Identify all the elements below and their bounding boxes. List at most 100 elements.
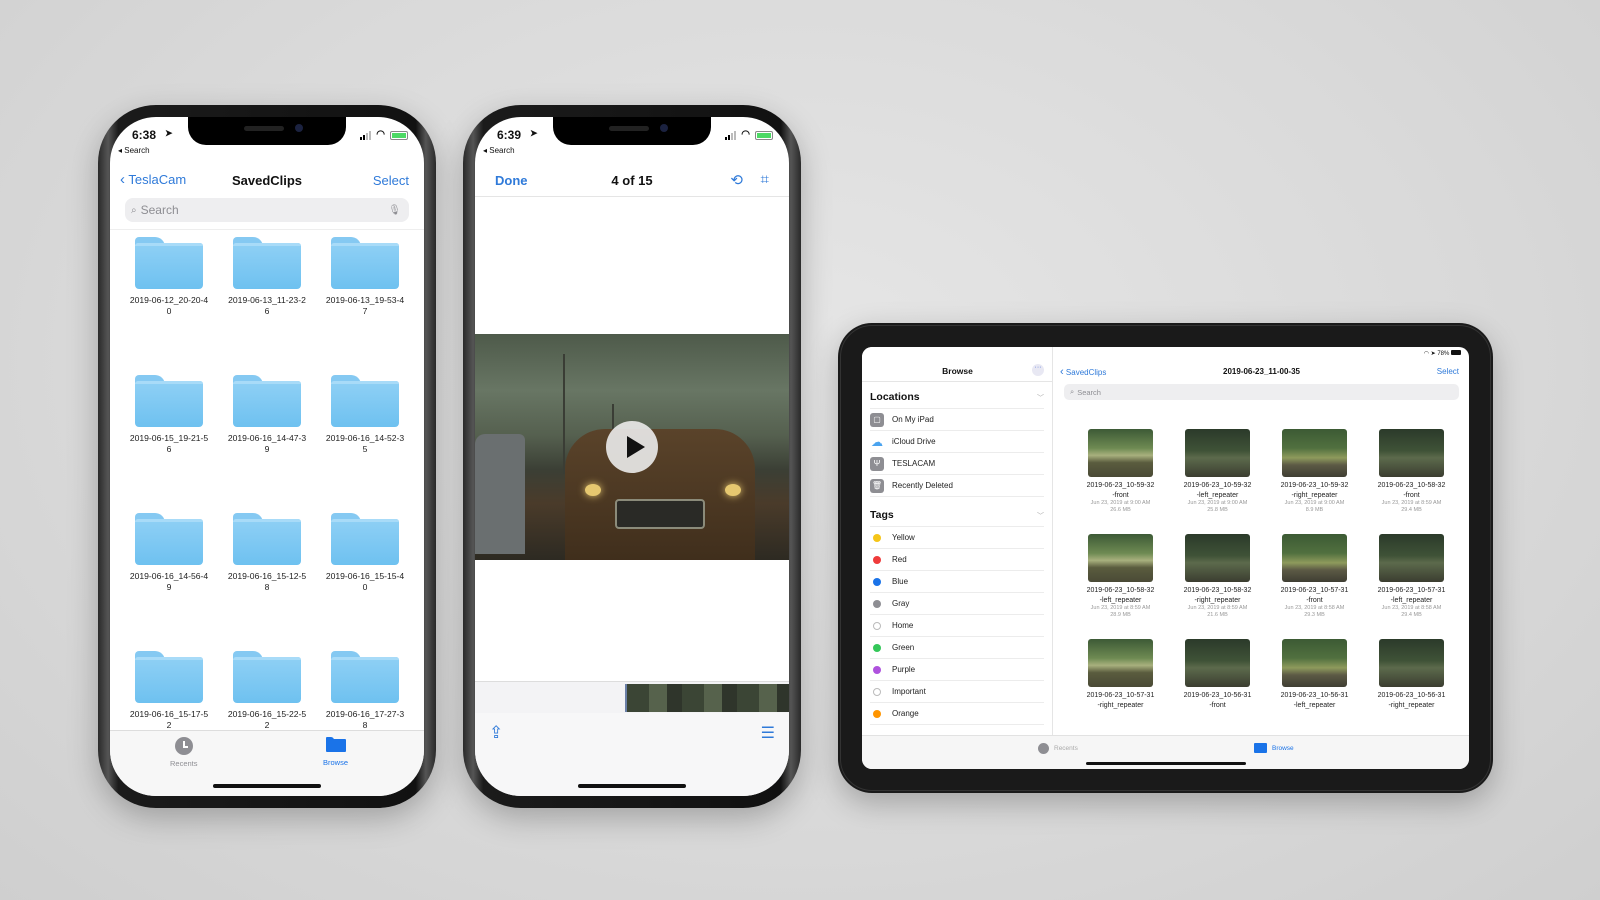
share-icon[interactable]: ⇪ bbox=[489, 723, 503, 743]
folder-item[interactable]: 2019-06-16_15-15-40 bbox=[316, 513, 414, 593]
tags-header[interactable]: Tags ﹀ bbox=[870, 509, 1044, 521]
sidebar-item-tag[interactable]: Green bbox=[870, 637, 1044, 659]
clip-name-suffix: -left_repeater bbox=[1196, 491, 1239, 499]
clip-item[interactable]: 2019-06-23_10-56-31 -left_repeater bbox=[1266, 639, 1363, 710]
clip-name-base: 2019-06-23_10-56-31 bbox=[1377, 692, 1446, 699]
search-placeholder: Search bbox=[140, 203, 179, 217]
tab-recents-label: Recents bbox=[1054, 745, 1078, 752]
filmstrip-scrubber[interactable] bbox=[475, 681, 789, 713]
folder-icon bbox=[233, 237, 301, 289]
wifi-icon: ◠ bbox=[376, 129, 385, 140]
list-icon[interactable]: ☰ bbox=[761, 723, 775, 743]
clip-name: 2019-06-23_10-56-31 -right_repeater bbox=[1364, 691, 1459, 710]
locations-header[interactable]: Locations ﹀ bbox=[870, 391, 1044, 403]
folder-name: 2019-06-12_20-20-40 bbox=[129, 295, 209, 316]
clip-item[interactable]: 2019-06-23_10-59-32 -front Jun 23, 2019 at… bbox=[1072, 429, 1169, 514]
clip-date: Jun 23, 2019 at 9:00 AM bbox=[1284, 500, 1345, 506]
sidebar-item-tag[interactable]: Red bbox=[870, 549, 1044, 571]
folder-item[interactable]: 2019-06-16_14-56-49 bbox=[120, 513, 218, 593]
clip-item[interactable]: 2019-06-23_10-56-31 -front bbox=[1169, 639, 1266, 710]
tab-browse[interactable]: Browse bbox=[1254, 743, 1294, 753]
sidebar-item-tag[interactable]: Important bbox=[870, 681, 1044, 703]
folder-item[interactable]: 2019-06-13_19-53-47 bbox=[316, 237, 414, 317]
video-player[interactable] bbox=[475, 334, 789, 560]
clip-name-base: 2019-06-23_10-58-32 bbox=[1086, 587, 1155, 594]
search-field[interactable]: ⌕ Search bbox=[1064, 384, 1459, 400]
clip-size: 21.6 MB bbox=[1207, 612, 1228, 618]
sidebar-item-tag[interactable]: Purple bbox=[870, 659, 1044, 681]
video-thumbnail bbox=[1282, 534, 1347, 582]
sidebar-item-location[interactable]: ▢ On My iPad bbox=[870, 409, 1044, 431]
filmstrip-frames[interactable] bbox=[625, 684, 789, 712]
clip-name: 2019-06-23_10-57-31 -left_repeater bbox=[1364, 586, 1459, 605]
rotate-icon[interactable]: ⟲ bbox=[730, 171, 743, 189]
folder-item[interactable]: 2019-06-12_20-20-40 bbox=[120, 237, 218, 317]
folder-item[interactable]: 2019-06-13_11-23-26 bbox=[218, 237, 316, 317]
sidebar-item-location[interactable]: 🗑︎ Recently Deleted bbox=[870, 475, 1044, 497]
sidebar-item-location[interactable]: ☁ iCloud Drive bbox=[870, 431, 1044, 453]
clip-item[interactable]: 2019-06-23_10-58-32 -right_repeater Jun 23… bbox=[1169, 534, 1266, 619]
sidebar-item-tag[interactable]: Gray bbox=[870, 593, 1044, 615]
microphone-icon[interactable]: 🎙︎ bbox=[388, 205, 401, 216]
sidebar-item-tag[interactable]: Blue bbox=[870, 571, 1044, 593]
tab-browse[interactable]: Browse bbox=[323, 737, 348, 767]
clip-date: Jun 23, 2019 at 8:59 AM bbox=[1187, 605, 1248, 611]
iphone-files-screen: 6:38 ➤ ◂ Search ◠ ‹ TeslaCam SavedClips … bbox=[110, 117, 424, 796]
more-options-button[interactable]: ··· bbox=[1032, 364, 1044, 376]
tag-color-dot-icon bbox=[873, 709, 881, 718]
select-button[interactable]: Select bbox=[373, 173, 409, 188]
folder-item[interactable]: 2019-06-15_19-21-56 bbox=[120, 375, 218, 455]
crop-icon[interactable]: ⌗ bbox=[761, 171, 769, 188]
tag-color-dot-icon bbox=[873, 621, 881, 630]
folder-name: 2019-06-13_19-53-47 bbox=[325, 295, 405, 316]
folder-icon bbox=[233, 513, 301, 565]
search-placeholder: Search bbox=[1077, 387, 1101, 397]
clip-size: 28.9 MB bbox=[1110, 612, 1131, 618]
clip-name: 2019-06-23_10-56-31 -left_repeater bbox=[1267, 691, 1362, 710]
tag-color-dot-icon bbox=[873, 687, 881, 696]
bottom-toolbar: ⇪ ☰ bbox=[475, 713, 789, 796]
sidebar-item-tag[interactable]: Home bbox=[870, 615, 1044, 637]
sidebar-item-location[interactable]: Ψ TESLACAM bbox=[870, 453, 1044, 475]
notch bbox=[188, 117, 346, 145]
clip-name-suffix: -front bbox=[1403, 491, 1420, 499]
sidebar-title: Browse bbox=[942, 366, 973, 376]
clip-item[interactable]: 2019-06-23_10-58-32 -left_repeater Jun 23,… bbox=[1072, 534, 1169, 619]
tab-recents[interactable]: Recents bbox=[170, 737, 198, 768]
tab-recents[interactable]: Recents bbox=[1038, 743, 1078, 754]
folder-item[interactable]: 2019-06-16_14-52-35 bbox=[316, 375, 414, 455]
folder-item[interactable]: 2019-06-16_14-47-39 bbox=[218, 375, 316, 455]
chevron-down-icon[interactable]: ﹀ bbox=[1037, 393, 1044, 403]
sidebar-item-tag[interactable]: Orange bbox=[870, 703, 1044, 725]
play-icon[interactable] bbox=[606, 421, 658, 473]
trash-icon: 🗑︎ bbox=[870, 478, 884, 493]
chevron-down-icon[interactable]: ﹀ bbox=[1037, 511, 1044, 521]
clip-name-base: 2019-06-23_10-57-31 bbox=[1280, 587, 1349, 594]
clip-item[interactable]: 2019-06-23_10-57-31 -right_repeater bbox=[1072, 639, 1169, 710]
folder-item[interactable]: 2019-06-16_17-27-38 bbox=[316, 651, 414, 731]
clip-item[interactable]: 2019-06-23_10-59-32 -right_repeater Jun 23… bbox=[1266, 429, 1363, 514]
clip-name: 2019-06-23_10-59-32 -right_repeater bbox=[1267, 481, 1362, 500]
folder-title: 2019-06-23_11-00-35 bbox=[1223, 367, 1300, 376]
folder-item[interactable]: 2019-06-16_15-17-52 bbox=[120, 651, 218, 731]
clip-name-base: 2019-06-23_10-57-31 bbox=[1377, 587, 1446, 594]
folder-item[interactable]: 2019-06-16_15-12-58 bbox=[218, 513, 316, 593]
sidebar-item-tag[interactable]: Yellow bbox=[870, 527, 1044, 549]
tags-header-label: Tags bbox=[870, 509, 894, 521]
search-field[interactable]: ⌕ Search 🎙︎ bbox=[125, 198, 409, 222]
clip-item[interactable]: 2019-06-23_10-57-31 -left_repeater Jun 23,… bbox=[1363, 534, 1460, 619]
clip-name-base: 2019-06-23_10-56-31 bbox=[1183, 692, 1252, 699]
ipad-files: 6:48 PM Tue Jun 25 ◠ ➤ 78% Browse ··· Lo… bbox=[838, 323, 1493, 793]
clip-item[interactable]: 2019-06-23_10-58-32 -front Jun 23, 2019 at… bbox=[1363, 429, 1460, 514]
folder-item[interactable]: 2019-06-16_15-22-52 bbox=[218, 651, 316, 731]
sidebar-item-label: On My iPad bbox=[892, 415, 934, 424]
clip-item[interactable]: 2019-06-23_10-59-32 -left_repeater Jun 23,… bbox=[1169, 429, 1266, 514]
clip-item[interactable]: 2019-06-23_10-57-31 -front Jun 23, 2019 at… bbox=[1266, 534, 1363, 619]
back-to-search-link[interactable]: ◂ Search bbox=[118, 146, 150, 155]
select-button[interactable]: Select bbox=[1437, 367, 1459, 376]
clip-item[interactable]: 2019-06-23_10-56-31 -right_repeater bbox=[1363, 639, 1460, 710]
video-frame-detail bbox=[475, 434, 525, 554]
folder-grid: 2019-06-12_20-20-40 2019-06-13_11-23-26 20… bbox=[120, 237, 414, 731]
signal-icon bbox=[360, 130, 372, 140]
back-to-search-link[interactable]: ◂ Search bbox=[483, 146, 515, 155]
